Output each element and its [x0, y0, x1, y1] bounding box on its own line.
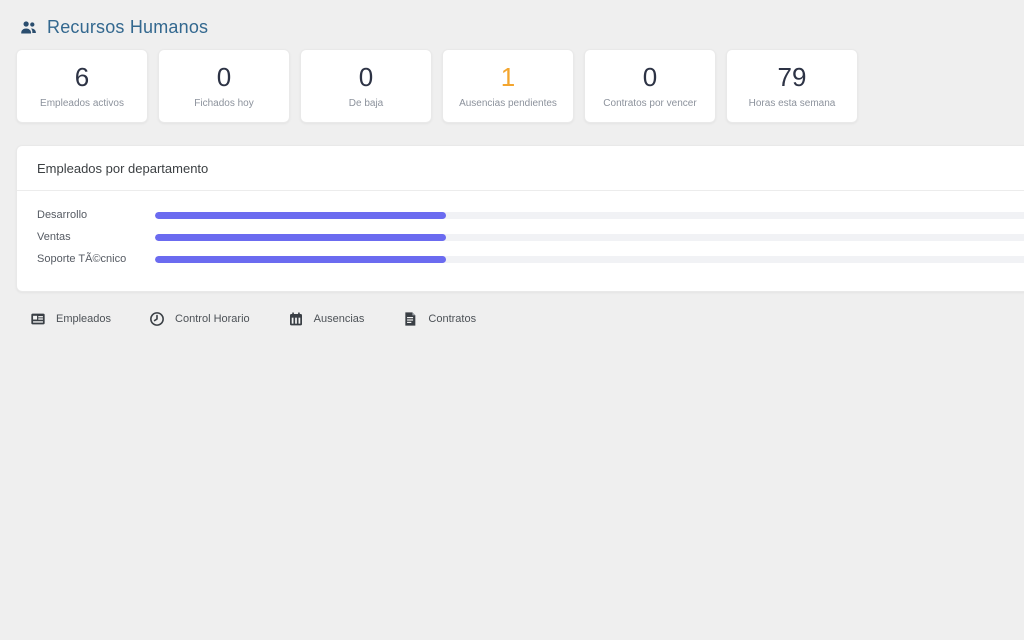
stat-label: Fichados hoy [194, 98, 253, 109]
bar-fill [155, 234, 446, 241]
people-group-icon [19, 18, 38, 37]
nav-label: Empleados [56, 313, 111, 325]
bar-row-desarrollo: Desarrollo [37, 204, 1024, 226]
bar-track [155, 212, 1024, 219]
stat-value: 79 [778, 64, 807, 90]
stat-card-ausencias-pendientes: 1 Ausencias pendientes [442, 49, 574, 123]
id-card-icon [30, 311, 46, 327]
document-icon [402, 311, 418, 327]
bar-fill [155, 212, 446, 219]
bar-label: Desarrollo [37, 209, 155, 221]
stat-label: Horas esta semana [749, 98, 836, 109]
stat-value: 0 [359, 64, 373, 90]
department-chart-card: Empleados por departamento Desarrollo Ve… [16, 145, 1024, 292]
stat-card-contratos-por-vencer: 0 Contratos por vencer [584, 49, 716, 123]
calendar-icon [288, 311, 304, 327]
app-header: Recursos Humanos [0, 0, 1024, 43]
bar-row-ventas: Ventas [37, 226, 1024, 248]
nav-label: Control Horario [175, 313, 250, 325]
nav-item-ausencias[interactable]: Ausencias [288, 311, 365, 327]
bar-fill [155, 256, 446, 263]
hr-dashboard: { "app": { "title": "Recursos Humanos" }… [0, 0, 1024, 640]
bar-label: Soporte TÃ©cnico [37, 253, 155, 265]
chart-card-title: Empleados por departamento [17, 146, 1024, 191]
bar-track [155, 234, 1024, 241]
department-bar-chart: Desarrollo Ventas Soporte TÃ©cnico [17, 191, 1024, 291]
stat-card-empleados-activos: 6 Empleados activos [16, 49, 148, 123]
bar-row-soporte-tecnico: Soporte TÃ©cnico [37, 248, 1024, 270]
stat-card-horas-esta-semana: 79 Horas esta semana [726, 49, 858, 123]
stat-label: Contratos por vencer [603, 98, 696, 109]
nav-label: Ausencias [314, 313, 365, 325]
stat-card-de-baja: 0 De baja [300, 49, 432, 123]
nav-item-control-horario[interactable]: Control Horario [149, 311, 250, 327]
page-title: Recursos Humanos [47, 17, 208, 38]
stat-value: 0 [643, 64, 657, 90]
bottom-nav: Empleados Control Horario Ausencias Cont… [30, 311, 1008, 327]
bar-label: Ventas [37, 231, 155, 243]
stats-row: 6 Empleados activos 0 Fichados hoy 0 De … [16, 49, 1008, 123]
stat-label: De baja [349, 98, 383, 109]
clock-icon [149, 311, 165, 327]
stat-label: Ausencias pendientes [459, 98, 557, 109]
nav-item-contratos[interactable]: Contratos [402, 311, 476, 327]
stat-value: 6 [75, 64, 89, 90]
stat-card-fichados-hoy: 0 Fichados hoy [158, 49, 290, 123]
stat-value: 0 [217, 64, 231, 90]
stat-label: Empleados activos [40, 98, 124, 109]
bar-track [155, 256, 1024, 263]
nav-label: Contratos [428, 313, 476, 325]
nav-item-empleados[interactable]: Empleados [30, 311, 111, 327]
stat-value: 1 [501, 64, 515, 90]
